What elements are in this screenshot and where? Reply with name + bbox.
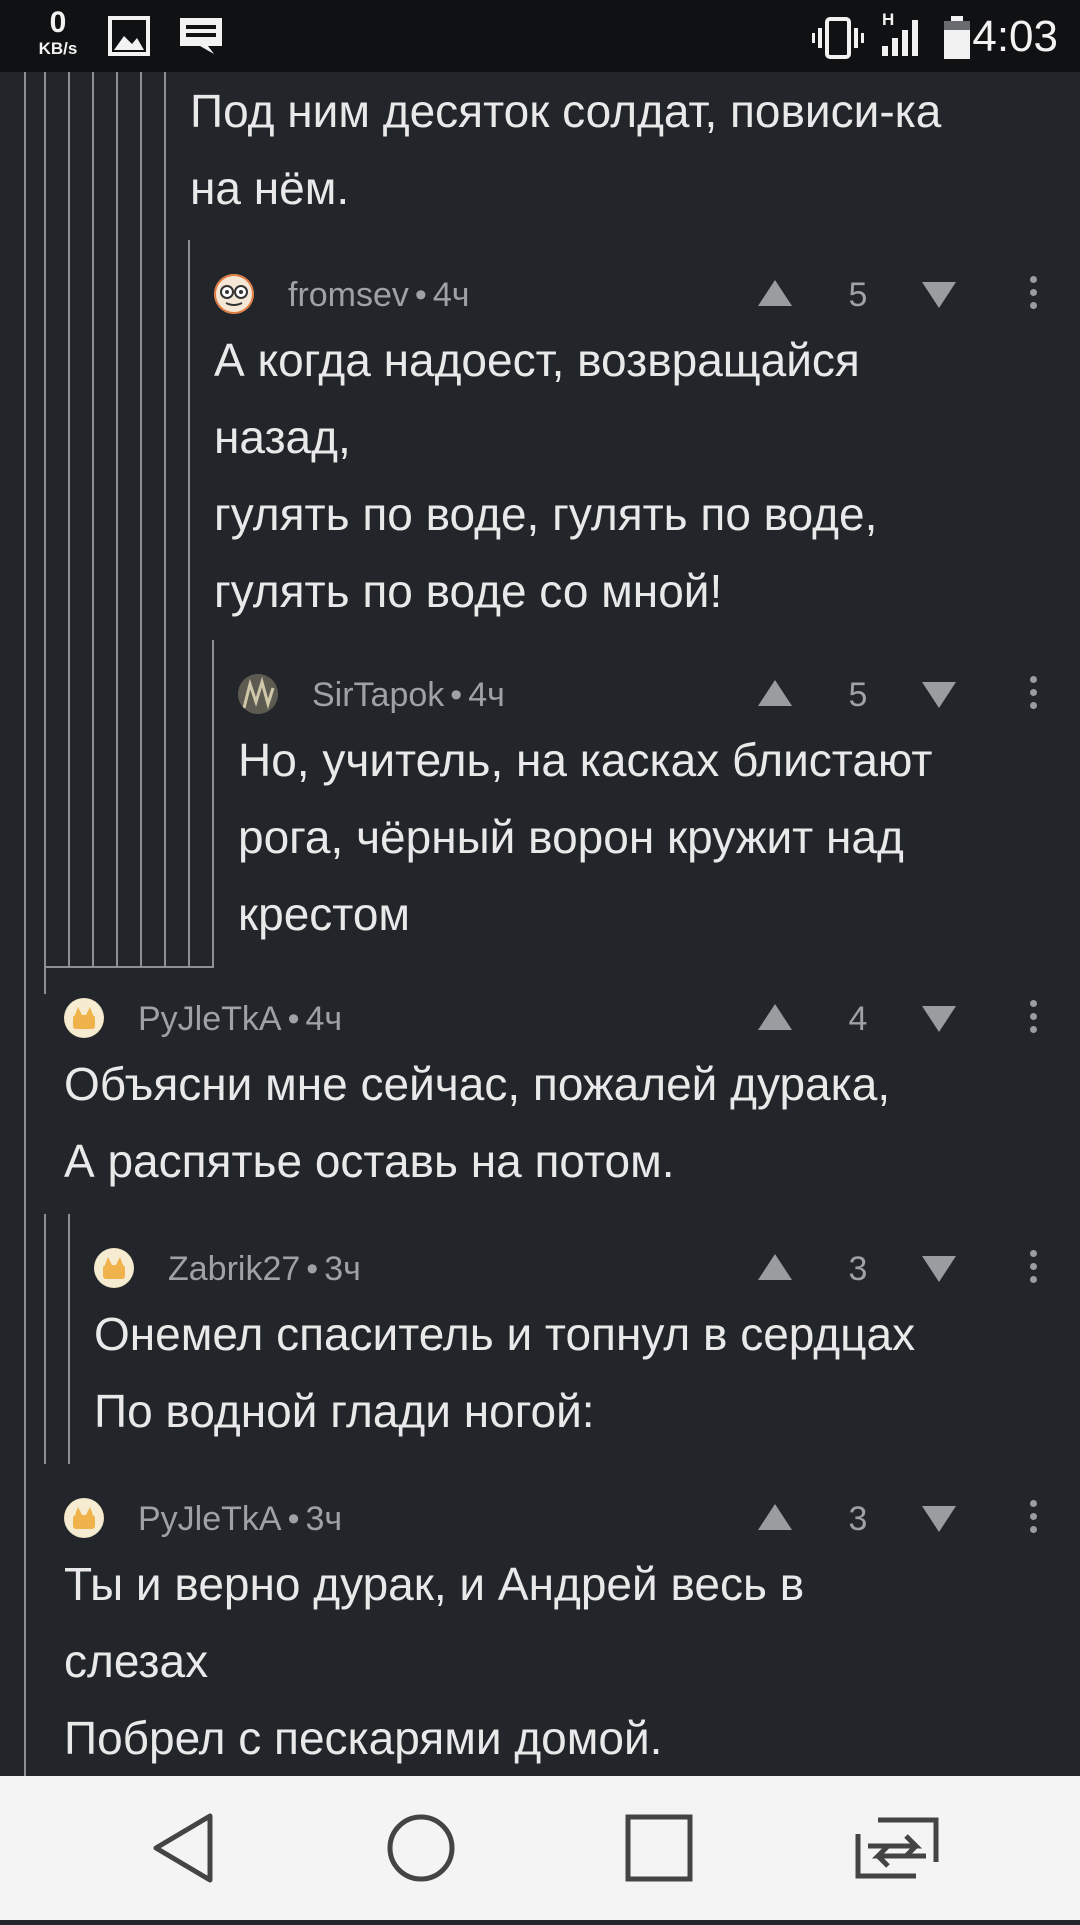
comment-time: 3ч [305, 1500, 343, 1538]
downvote-icon[interactable] [922, 1506, 956, 1532]
thread-line [116, 72, 118, 968]
downvote-icon[interactable] [922, 1006, 956, 1032]
comment-time: 4ч [432, 276, 470, 314]
signal-icon [882, 20, 918, 56]
author-name[interactable]: PyJleTkA [138, 1500, 282, 1538]
comment-score: 4 [848, 1000, 868, 1038]
recents-icon [625, 1814, 693, 1882]
author-name[interactable]: Zabrik27 [168, 1250, 300, 1288]
network-speed: 0 KB/s [28, 6, 88, 58]
comment-meta: PyJleTkA • 3ч 3 [64, 1496, 1054, 1540]
meta-separator: • [287, 1000, 300, 1038]
battery-icon [944, 16, 970, 59]
home-icon [387, 1814, 455, 1882]
thread-line [68, 1214, 70, 1464]
avatar-cat-icon [65, 1499, 103, 1537]
thread-line [24, 72, 26, 1776]
more-options-icon[interactable] [1028, 1000, 1038, 1039]
vibrate-icon [812, 17, 864, 59]
avatar[interactable] [64, 998, 104, 1038]
upvote-icon[interactable] [758, 1504, 792, 1530]
status-bar: 0 KB/s H 4:03 [0, 0, 1080, 72]
back-button[interactable] [118, 1776, 248, 1920]
author-line: PyJleTkA • 3ч [138, 1500, 342, 1539]
comment-body: Объясни мне сейчас, пожалей дурака, А ра… [64, 1058, 891, 1187]
upvote-icon[interactable] [758, 1254, 792, 1280]
switch-screen-button[interactable] [832, 1776, 962, 1920]
clock: 4:03 [972, 12, 1058, 61]
switch-screen-icon [855, 1817, 939, 1879]
thread-line [140, 72, 142, 968]
image-icon [108, 16, 150, 56]
thread-line [68, 72, 70, 968]
author-line: Zabrik27 • 3ч [168, 1250, 361, 1289]
author-name[interactable]: SirTapok [312, 676, 444, 714]
meta-separator: • [287, 1500, 300, 1538]
comment-time: 3ч [324, 1250, 361, 1288]
comment-meta: Zabrik27 • 3ч 3 [94, 1246, 1054, 1290]
avatar-photo-icon [238, 674, 278, 714]
recents-button[interactable] [594, 1776, 724, 1920]
upvote-icon[interactable] [758, 280, 792, 306]
avatar[interactable] [214, 274, 254, 314]
avatar[interactable] [64, 1498, 104, 1538]
thread-line [44, 72, 46, 968]
comment-meta: SirTapok • 4ч 5 [238, 672, 1054, 716]
author-line: fromsev • 4ч [288, 276, 469, 315]
author-line: SirTapok • 4ч [312, 676, 505, 715]
avatar-cat-icon [65, 999, 103, 1037]
comment-meta: PyJleTkA • 4ч 4 [64, 996, 1054, 1040]
network-speed-unit: KB/s [38, 39, 78, 58]
upvote-icon[interactable] [758, 680, 792, 706]
comment-score: 5 [848, 676, 868, 714]
comment-score: 3 [848, 1250, 868, 1288]
comment-time: 4ч [305, 1000, 343, 1038]
comment-time: 4ч [468, 676, 505, 714]
upvote-icon[interactable] [758, 1004, 792, 1030]
meta-separator: • [306, 1250, 319, 1288]
more-options-icon[interactable] [1028, 1250, 1038, 1289]
thread-line [44, 1214, 46, 1464]
more-options-icon[interactable] [1028, 276, 1038, 315]
thread-line [212, 640, 214, 968]
more-options-icon[interactable] [1028, 676, 1038, 715]
more-options-icon[interactable] [1028, 1500, 1038, 1539]
navigation-bar [0, 1776, 1080, 1920]
comment-body: Ты и верно дурак, и Андрей весь в слезах… [64, 1558, 805, 1764]
author-name[interactable]: PyJleTkA [138, 1000, 282, 1038]
downvote-icon[interactable] [922, 682, 956, 708]
thread-line [92, 72, 94, 968]
downvote-icon[interactable] [922, 282, 956, 308]
meta-separator: • [414, 276, 427, 314]
meta-separator: • [450, 676, 463, 714]
comment-score: 5 [848, 276, 868, 314]
thread-line [44, 968, 46, 994]
thread-line [188, 240, 190, 968]
comment-body-continued: Под ним десяток солдат, повиси-ка на нём… [190, 85, 942, 214]
avatar[interactable] [94, 1248, 134, 1288]
thread-line [164, 72, 166, 968]
avatar[interactable] [238, 674, 278, 714]
back-icon [153, 1813, 213, 1883]
avatar-cat-icon [95, 1249, 133, 1287]
comment-meta: fromsev • 4ч 5 [214, 272, 1054, 316]
home-button[interactable] [356, 1776, 486, 1920]
network-speed-value: 0 [49, 6, 67, 39]
thread-line [44, 966, 214, 968]
comment-body: Но, учитель, на касках блистают рога, чё… [238, 734, 933, 940]
message-icon [180, 18, 222, 54]
avatar-face-icon [214, 274, 254, 314]
downvote-icon[interactable] [922, 1256, 956, 1282]
comment-body: Онемел спаситель и топнул в сердцах По в… [94, 1308, 916, 1437]
author-name[interactable]: fromsev [288, 276, 409, 314]
comment-score: 3 [848, 1500, 868, 1538]
author-line: PyJleTkA • 4ч [138, 1000, 342, 1039]
comment-body: А когда надоест, возвращайся назад, гуля… [214, 334, 878, 617]
